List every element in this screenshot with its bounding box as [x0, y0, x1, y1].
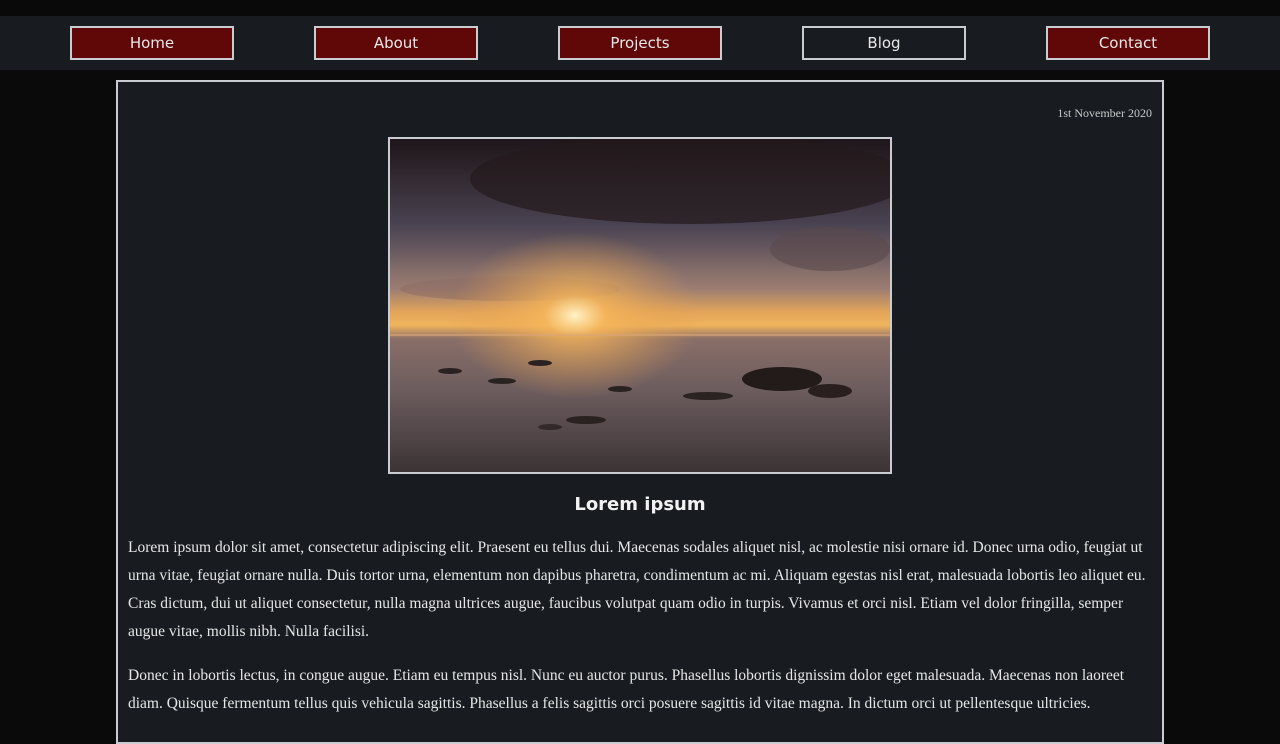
- blog-post: 1st November 2020 Lorem ipsum Lorem ipsu…: [116, 80, 1164, 744]
- nav-blog-button[interactable]: Blog: [802, 26, 966, 60]
- sunset-seascape-photo-icon: [390, 139, 890, 472]
- nav-home-button[interactable]: Home: [70, 26, 234, 60]
- post-body: Lorem ipsum dolor sit amet, consectetur …: [128, 534, 1152, 734]
- post-paragraph: Donec in lobortis lectus, in congue augu…: [128, 667, 1125, 712]
- nav-bar: Home About Projects Blog Contact: [0, 16, 1280, 70]
- nav-contact-button[interactable]: Contact: [1046, 26, 1210, 60]
- post-paragraph: Lorem ipsum dolor sit amet, consectetur …: [128, 539, 1146, 640]
- nav-about-button[interactable]: About: [314, 26, 478, 60]
- post-date: 1st November 2020: [1057, 106, 1152, 120]
- nav-projects-button[interactable]: Projects: [558, 26, 722, 60]
- post-image: [388, 137, 892, 474]
- post-title: Lorem ipsum: [574, 494, 706, 515]
- top-strip: [0, 0, 1280, 16]
